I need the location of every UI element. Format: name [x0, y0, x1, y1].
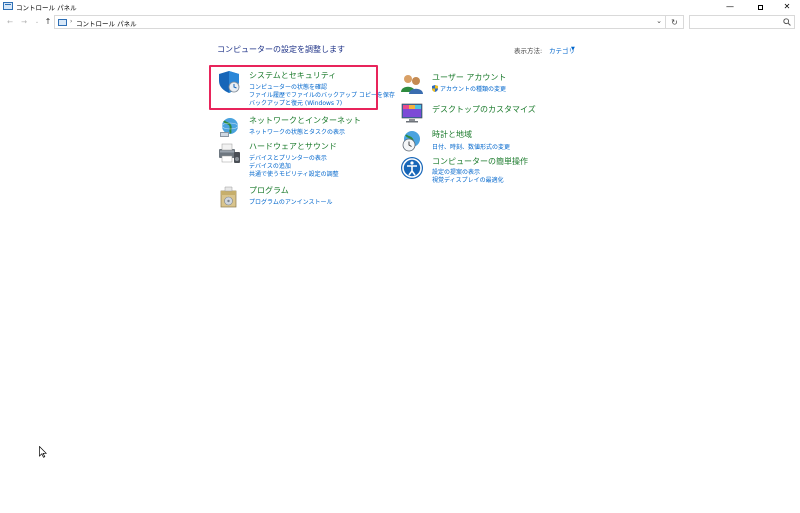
maximize-icon — [757, 5, 763, 10]
address-bar[interactable]: › コントロール パネル ⌄ — [54, 15, 666, 29]
category-title-network-internet[interactable]: ネットワークとインターネット — [249, 115, 361, 126]
minimize-button[interactable]: — — [716, 0, 744, 14]
category-clock-region: 時計と地域 日付、時刻、数値形式の変更 — [400, 129, 560, 155]
breadcrumb-separator[interactable]: › — [70, 18, 72, 25]
category-ease-of-access: コンピューターの簡単操作 設定の提案の表示 視覚ディスプレイの最適化 — [400, 156, 560, 186]
title-bar: コントロール パネル — ✕ — [0, 0, 800, 14]
control-panel-icon — [3, 2, 13, 10]
category-hardware-sound: ハードウェアとサウンド デバイスとプリンターの表示 デバイスの追加 共通で使うモ… — [217, 141, 377, 181]
category-user-accounts: ユーザー アカウント アカウントの種類の変更 — [400, 72, 560, 98]
view-by-dropdown-arrow[interactable]: ▼ — [571, 46, 575, 52]
address-dropdown-button[interactable]: ⌄ — [656, 17, 662, 25]
view-by-label: 表示方法: — [514, 47, 543, 55]
navigation-bar: ← → ⌄ ↑ › コントロール パネル ⌄ ↻ — [0, 15, 800, 31]
category-title-desktop-customization[interactable]: デスクトップのカスタマイズ — [432, 104, 536, 115]
back-button[interactable]: ← — [4, 16, 16, 28]
category-title-hardware-sound[interactable]: ハードウェアとサウンド — [249, 141, 337, 152]
printer-speaker-icon — [219, 143, 240, 163]
category-title-clock-region[interactable]: 時計と地域 — [432, 129, 472, 140]
breadcrumb-control-panel[interactable]: コントロール パネル — [76, 18, 137, 28]
link-change-account-type-label: アカウントの種類の変更 — [440, 86, 507, 93]
maximize-button[interactable] — [746, 0, 774, 14]
programs-icon — [220, 186, 237, 208]
link-uninstall-program[interactable]: プログラムのアンインストール — [249, 197, 332, 206]
mouse-cursor-icon — [39, 446, 47, 458]
ease-of-access-icon — [401, 157, 423, 179]
link-change-date-time-format[interactable]: 日付、時刻、数値形式の変更 — [432, 142, 510, 151]
category-title-ease-of-access[interactable]: コンピューターの簡単操作 — [432, 156, 528, 167]
search-icon — [783, 18, 791, 26]
window-title: コントロール パネル — [16, 4, 77, 12]
category-title-user-accounts[interactable]: ユーザー アカウント — [432, 72, 506, 83]
category-programs: プログラム プログラムのアンインストール — [217, 185, 377, 211]
link-view-network-status[interactable]: ネットワークの状態とタスクの表示 — [249, 127, 345, 136]
network-globe-icon — [220, 118, 239, 137]
close-button[interactable]: ✕ — [773, 0, 800, 14]
users-icon — [401, 75, 423, 94]
forward-button[interactable]: → — [18, 16, 30, 28]
category-desktop-customization: デスクトップのカスタマイズ — [400, 100, 560, 124]
search-input[interactable] — [689, 15, 795, 29]
page-title: コンピューターの設定を調整します — [217, 45, 345, 54]
category-network-internet: ネットワークとインターネット ネットワークの状態とタスクの表示 — [217, 115, 377, 141]
up-button[interactable]: ↑ — [42, 16, 54, 28]
uac-shield-icon — [432, 85, 438, 92]
refresh-button[interactable]: ↻ — [666, 15, 684, 29]
control-panel-icon — [58, 19, 67, 26]
category-title-programs[interactable]: プログラム — [249, 185, 289, 196]
highlight-box — [209, 65, 378, 110]
link-change-account-type[interactable]: アカウントの種類の変更 — [432, 84, 506, 93]
clock-globe-icon — [402, 131, 420, 152]
link-mobility-settings[interactable]: 共通で使うモビリティ設定の調整 — [249, 169, 339, 178]
link-optimize-visual-display[interactable]: 視覚ディスプレイの最適化 — [432, 175, 504, 184]
desktop-customization-icon — [401, 103, 423, 123]
